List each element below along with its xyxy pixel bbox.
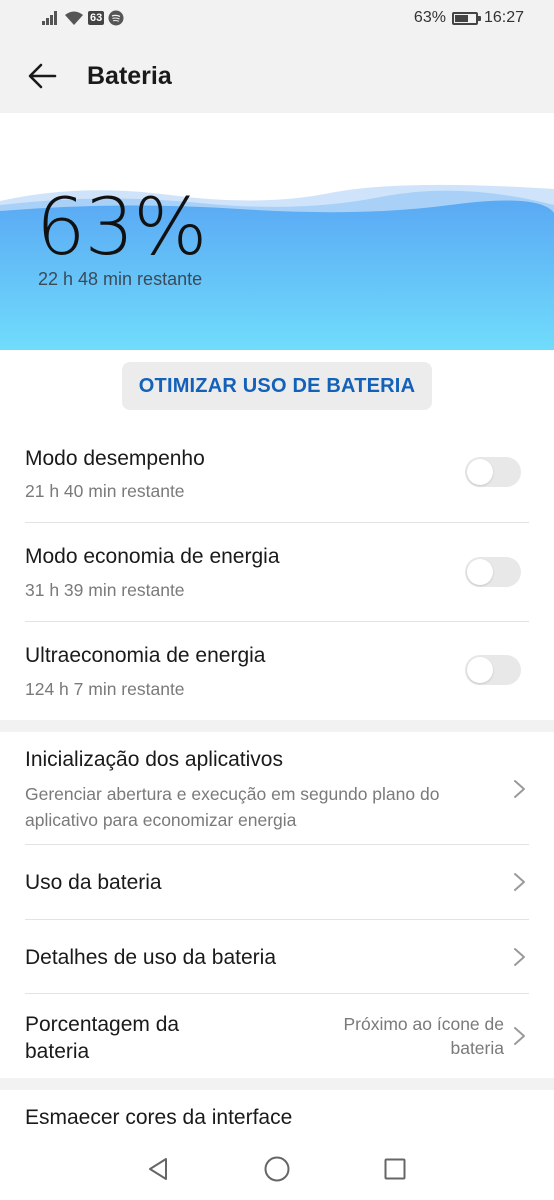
chevron-right-icon xyxy=(514,780,525,798)
app-bar: Bateria xyxy=(0,38,554,113)
battery-percentage-value-line2: bateria xyxy=(450,1038,504,1058)
chevron-right-icon xyxy=(514,1027,525,1045)
toggle-knob xyxy=(467,459,493,485)
battery-percentage-title-line2: bateria xyxy=(25,1040,90,1063)
optimize-battery-button[interactable]: OTIMIZAR USO DE BATERIA xyxy=(122,362,432,410)
signal-icon xyxy=(42,11,57,25)
battery-usage-row[interactable]: Uso da bateria xyxy=(0,845,554,919)
power-saving-mode-toggle[interactable] xyxy=(465,557,521,587)
battery-fill xyxy=(454,14,468,22)
spotify-icon xyxy=(108,10,124,26)
mode-row-power-saving[interactable]: Modo economia de energia 31 h 39 min res… xyxy=(0,523,554,621)
nav-recents-button[interactable] xyxy=(380,1154,410,1184)
dim-colors-row[interactable]: Esmaecer cores da interface xyxy=(0,1090,554,1140)
mode-title: Ultraeconomia de energia xyxy=(25,644,266,667)
battery-hero: 63% 22 h 48 min restante xyxy=(0,113,554,350)
toggle-knob xyxy=(467,657,493,683)
chevron-right-icon xyxy=(514,873,525,891)
wifi-icon xyxy=(65,11,83,25)
app-launch-subtitle-line2: aplicativo para economizar energia xyxy=(25,810,297,830)
performance-mode-toggle[interactable] xyxy=(465,457,521,487)
nav-home-button[interactable] xyxy=(262,1154,292,1184)
sim-badge: 63 xyxy=(88,11,105,25)
battery-percent-large: 63% xyxy=(36,183,207,273)
navigation-bar xyxy=(0,1138,554,1200)
circle-home-icon xyxy=(264,1156,290,1182)
app-launch-row[interactable]: Inicialização dos aplicativos Gerenciar … xyxy=(0,732,554,844)
mode-row-ultra-saving[interactable]: Ultraeconomia de energia 124 h 7 min res… xyxy=(0,622,554,720)
nav-back-button[interactable] xyxy=(143,1154,173,1184)
mode-title: Modo economia de energia xyxy=(25,545,280,568)
usage-details-title: Detalhes de uso da bateria xyxy=(25,946,277,969)
mode-title: Modo desempenho xyxy=(25,447,205,470)
app-launch-title: Inicialização dos aplicativos xyxy=(25,748,283,771)
status-bar: 63 63% 16:27 xyxy=(0,0,554,38)
app-launch-subtitle-line1: Gerenciar abertura e execução em segundo… xyxy=(25,784,440,804)
section-separator xyxy=(0,720,554,732)
status-icons-left: 63 xyxy=(42,10,124,26)
mode-subtitle: 21 h 40 min restante xyxy=(25,481,185,501)
battery-remaining: 22 h 48 min restante xyxy=(38,269,203,289)
battery-percentage-title-line1: Porcentagem da xyxy=(25,1013,180,1036)
dim-colors-title: Esmaecer cores da interface xyxy=(25,1106,293,1129)
back-button[interactable] xyxy=(24,58,60,94)
mode-subtitle: 124 h 7 min restante xyxy=(25,679,185,699)
triangle-back-icon xyxy=(149,1158,167,1180)
section-separator xyxy=(0,1078,554,1090)
back-arrow-icon xyxy=(28,63,57,89)
chevron-right-icon xyxy=(514,948,525,966)
toggle-knob xyxy=(467,559,493,585)
mode-subtitle: 31 h 39 min restante xyxy=(25,580,185,600)
page-title: Bateria xyxy=(87,62,172,90)
battery-usage-title: Uso da bateria xyxy=(25,871,162,894)
mode-row-performance[interactable]: Modo desempenho 21 h 40 min restante xyxy=(0,430,554,522)
battery-icon xyxy=(451,11,481,25)
usage-details-row[interactable]: Detalhes de uso da bateria xyxy=(0,920,554,993)
battery-percentage-row[interactable]: Porcentagem da bateria Próximo ao ícone … xyxy=(0,994,554,1078)
square-recents-icon xyxy=(384,1158,406,1180)
battery-percent-text: 63% xyxy=(413,9,446,26)
ultra-saving-mode-toggle[interactable] xyxy=(465,655,521,685)
battery-percentage-value-line1: Próximo ao ícone de xyxy=(343,1014,504,1034)
status-icons-right: 63% 16:27 xyxy=(414,9,524,27)
clock: 16:27 xyxy=(483,9,524,26)
